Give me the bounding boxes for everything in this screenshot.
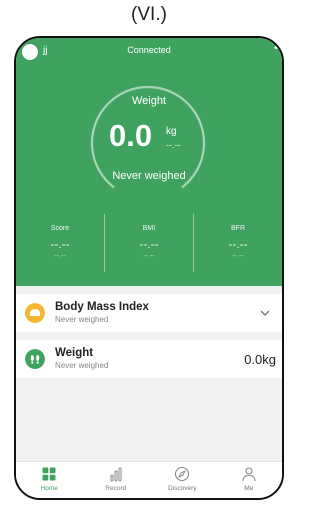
footprint-icon [25,349,45,369]
weight-unit: kg [166,126,177,137]
metric-value: --.-- [50,237,70,251]
metric-label: Score [50,225,70,232]
tab-label: Me [244,485,254,492]
weight-card[interactable]: Weight Never weighed 0.0kg [16,340,282,378]
metric-score[interactable]: Score --.-- --.-- [16,214,104,272]
compass-icon [175,466,190,482]
bottom-tab-bar: Home Record Discovery Me [16,461,282,498]
metric-sub: --.-- [54,253,66,260]
weighed-status: Never weighed [112,170,186,182]
weight-card-subtitle: Never weighed [55,361,109,370]
tab-label: Record [105,485,127,492]
metric-value: --.-- [228,237,248,251]
tab-home[interactable]: Home [16,462,83,498]
bmi-card-subtitle: Never weighed [55,315,109,324]
figure-caption: (VI.) [131,4,167,25]
tab-label: Discovery [167,485,197,492]
bar-chart-icon [110,467,122,482]
chevron-down-icon[interactable] [260,308,270,318]
metric-bfr[interactable]: BFR --.-- --.-- [193,214,282,272]
metrics-row: Score --.-- --.-- BMI --.-- --.-- BFR --… [16,214,282,272]
weight-sub-value: --.-- [166,140,181,150]
weight-card-value: 0.0kg [244,352,276,367]
more-dots-icon[interactable]: •• [274,44,280,54]
bmi-icon [25,303,45,323]
tab-discovery[interactable]: Discovery [149,462,216,498]
metric-label: BMI [142,225,156,232]
metric-sub: --.-- [143,253,155,260]
bmi-card[interactable]: Body Mass Index Never weighed [16,294,282,332]
metric-value: --.-- [139,237,159,251]
metric-sub: --.-- [232,253,244,260]
weight-value: 0.0 [109,118,153,153]
weight-hero-panel: jj Connected •• Weight 0.0 kg --.-- Neve… [16,38,282,286]
weight-label: Weight [131,95,167,107]
tab-record[interactable]: Record [83,462,150,498]
metric-label: BFR [231,225,245,232]
tab-me[interactable]: Me [216,462,283,498]
bmi-card-title: Body Mass Index [55,301,149,313]
weight-card-title: Weight [55,347,94,359]
metric-bmi[interactable]: BMI --.-- --.-- [104,214,193,272]
person-icon [242,467,256,482]
phone-frame: jj Connected •• Weight 0.0 kg --.-- Neve… [14,36,284,500]
home-grid-icon [42,467,56,481]
connection-status: Connected [127,45,171,55]
tab-label: Home [40,485,58,492]
